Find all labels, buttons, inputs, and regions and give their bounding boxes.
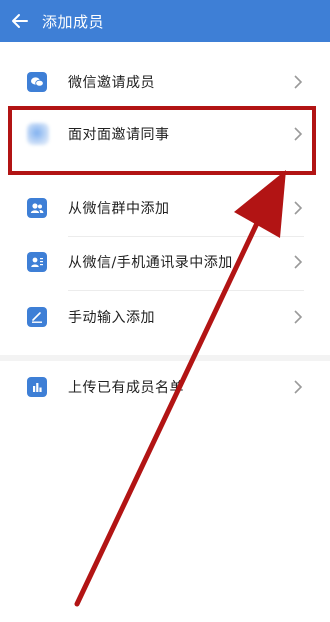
list-item-upload-list[interactable]: 上传已有成员名单 [0,361,330,413]
pencil-icon [27,307,47,327]
chart-file-icon [27,377,47,397]
item-label: 微信邀请成员 [68,75,155,91]
top-app-bar: 添加成员 [0,0,330,42]
chevron-right-icon [294,201,303,215]
back-button[interactable] [2,0,38,42]
chevron-right-icon [294,255,303,269]
page-title: 添加成员 [42,12,105,31]
item-label: 从微信群中添加 [68,201,170,217]
item-label: 从微信/手机通讯录中添加 [68,255,233,271]
list-item-wechat-group[interactable]: 从微信群中添加 [0,182,330,234]
chevron-right-icon [294,75,303,89]
list-item-manual-input[interactable]: 手动输入添加 [0,291,330,343]
list-item-wechat-invite[interactable]: 微信邀请成员 [0,56,330,108]
item-label: 手动输入添加 [68,310,155,326]
chevron-right-icon [294,380,303,394]
list-item-contacts[interactable]: 从微信/手机通讯录中添加 [0,236,330,288]
item-label: 上传已有成员名单 [68,380,184,396]
chevron-right-icon [294,310,303,324]
contacts-icon [27,252,47,272]
arrow-left-icon [12,14,28,28]
annotation-highlight-box [8,106,316,175]
group-icon [27,198,47,218]
wechat-icon [27,72,47,92]
